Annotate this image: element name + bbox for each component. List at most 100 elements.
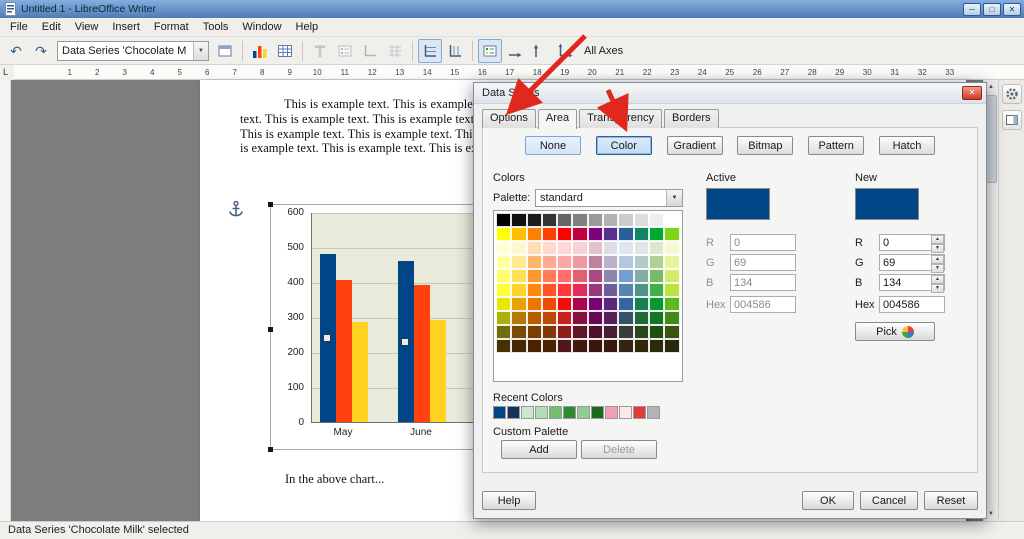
color-swatch[interactable]	[572, 255, 587, 269]
delete-button[interactable]: Delete	[581, 440, 657, 459]
color-swatch[interactable]	[572, 311, 587, 325]
color-swatch[interactable]	[527, 283, 542, 297]
menu-edit[interactable]: Edit	[35, 19, 68, 35]
color-swatch[interactable]	[542, 325, 557, 339]
color-swatch[interactable]	[511, 269, 526, 283]
spin-up-icon[interactable]: ▲	[931, 235, 944, 244]
color-swatch[interactable]	[603, 213, 618, 227]
color-swatch[interactable]	[572, 325, 587, 339]
spin-down-icon[interactable]: ▼	[931, 284, 944, 293]
color-swatch[interactable]	[649, 283, 664, 297]
color-swatch[interactable]	[511, 311, 526, 325]
menu-format[interactable]: Format	[147, 19, 196, 35]
recent-color-swatch[interactable]	[577, 406, 590, 419]
color-swatch[interactable]	[618, 227, 633, 241]
color-swatch[interactable]	[634, 269, 649, 283]
color-swatch[interactable]	[557, 283, 572, 297]
tab-stop-selector[interactable]: L	[0, 65, 14, 80]
menu-file[interactable]: File	[3, 19, 35, 35]
color-swatch[interactable]	[664, 241, 679, 255]
color-swatch[interactable]	[618, 255, 633, 269]
color-swatch[interactable]	[603, 241, 618, 255]
x-axis-button[interactable]	[503, 39, 527, 63]
resize-handle-left[interactable]	[268, 327, 273, 332]
color-swatch[interactable]	[542, 269, 557, 283]
menu-tools[interactable]: Tools	[196, 19, 236, 35]
color-swatch[interactable]	[603, 339, 618, 353]
tab-transparency[interactable]: Transparency	[579, 109, 662, 128]
color-swatch[interactable]	[603, 227, 618, 241]
color-swatch[interactable]	[542, 297, 557, 311]
fill-hatch-button[interactable]: Hatch	[879, 136, 935, 155]
color-swatch[interactable]	[618, 241, 633, 255]
color-swatch[interactable]	[664, 213, 679, 227]
color-swatch[interactable]	[527, 241, 542, 255]
color-swatch[interactable]	[542, 283, 557, 297]
chart-bar[interactable]	[430, 320, 446, 422]
color-swatch[interactable]	[664, 255, 679, 269]
color-swatch[interactable]	[664, 297, 679, 311]
undo-button[interactable]: ↶	[4, 39, 28, 63]
color-swatch[interactable]	[649, 297, 664, 311]
color-swatch[interactable]	[511, 213, 526, 227]
sidebar-toggle-button[interactable]	[1002, 110, 1022, 130]
color-swatch[interactable]	[588, 297, 603, 311]
legend-button[interactable]	[333, 39, 357, 63]
color-swatch[interactable]	[588, 227, 603, 241]
menu-help[interactable]: Help	[289, 19, 326, 35]
color-swatch[interactable]	[557, 269, 572, 283]
recent-color-swatch[interactable]	[535, 406, 548, 419]
titles-button[interactable]	[308, 39, 332, 63]
recent-color-swatch[interactable]	[619, 406, 632, 419]
chart-type-button[interactable]	[248, 39, 272, 63]
color-swatch[interactable]	[527, 255, 542, 269]
color-swatch[interactable]	[588, 213, 603, 227]
menu-insert[interactable]: Insert	[105, 19, 147, 35]
color-swatch[interactable]	[603, 255, 618, 269]
color-swatch[interactable]	[588, 339, 603, 353]
color-swatch[interactable]	[557, 325, 572, 339]
new-r-spinner[interactable]: ▲▼	[879, 234, 945, 251]
menu-window[interactable]: Window	[235, 19, 288, 35]
ok-button[interactable]: OK	[802, 491, 854, 510]
color-swatch[interactable]	[511, 255, 526, 269]
horizontal-ruler[interactable]: L 12345678910111213141516171819202122232…	[0, 65, 1024, 80]
reset-button[interactable]: Reset	[924, 491, 978, 510]
chart-bar[interactable]	[336, 280, 352, 422]
color-swatch[interactable]	[588, 283, 603, 297]
color-swatch[interactable]	[618, 283, 633, 297]
color-swatch[interactable]	[603, 325, 618, 339]
chart-bar[interactable]	[414, 285, 430, 422]
spin-down-icon[interactable]: ▼	[931, 264, 944, 273]
menu-view[interactable]: View	[68, 19, 106, 35]
axes-titles-button[interactable]	[358, 39, 382, 63]
color-swatch[interactable]	[542, 241, 557, 255]
color-swatch[interactable]	[496, 311, 511, 325]
help-button[interactable]: Help	[482, 491, 536, 510]
new-b-spinner[interactable]: ▲▼	[879, 274, 945, 291]
sidebar-settings-button[interactable]	[1002, 84, 1022, 104]
recent-color-swatch[interactable]	[563, 406, 576, 419]
recent-color-swatch[interactable]	[647, 406, 660, 419]
spin-up-icon[interactable]: ▲	[931, 255, 944, 264]
color-swatch[interactable]	[634, 227, 649, 241]
redo-button[interactable]: ↷	[29, 39, 53, 63]
color-swatch[interactable]	[511, 339, 526, 353]
spin-down-icon[interactable]: ▼	[931, 244, 944, 253]
grids-button[interactable]	[383, 39, 407, 63]
cancel-button[interactable]: Cancel	[860, 491, 918, 510]
color-swatch[interactable]	[496, 241, 511, 255]
vertical-grid-button[interactable]	[443, 39, 467, 63]
recent-color-swatch[interactable]	[549, 406, 562, 419]
color-swatch[interactable]	[618, 213, 633, 227]
color-swatch[interactable]	[649, 269, 664, 283]
chart-caption-text[interactable]: In the above chart...	[285, 472, 384, 487]
tab-borders[interactable]: Borders	[664, 109, 719, 128]
color-swatch[interactable]	[542, 255, 557, 269]
color-swatch[interactable]	[588, 311, 603, 325]
tab-area[interactable]: Area	[538, 109, 577, 129]
color-swatch[interactable]	[527, 227, 542, 241]
color-swatch[interactable]	[557, 213, 572, 227]
fill-bitmap-button[interactable]: Bitmap	[737, 136, 793, 155]
color-swatch[interactable]	[664, 283, 679, 297]
